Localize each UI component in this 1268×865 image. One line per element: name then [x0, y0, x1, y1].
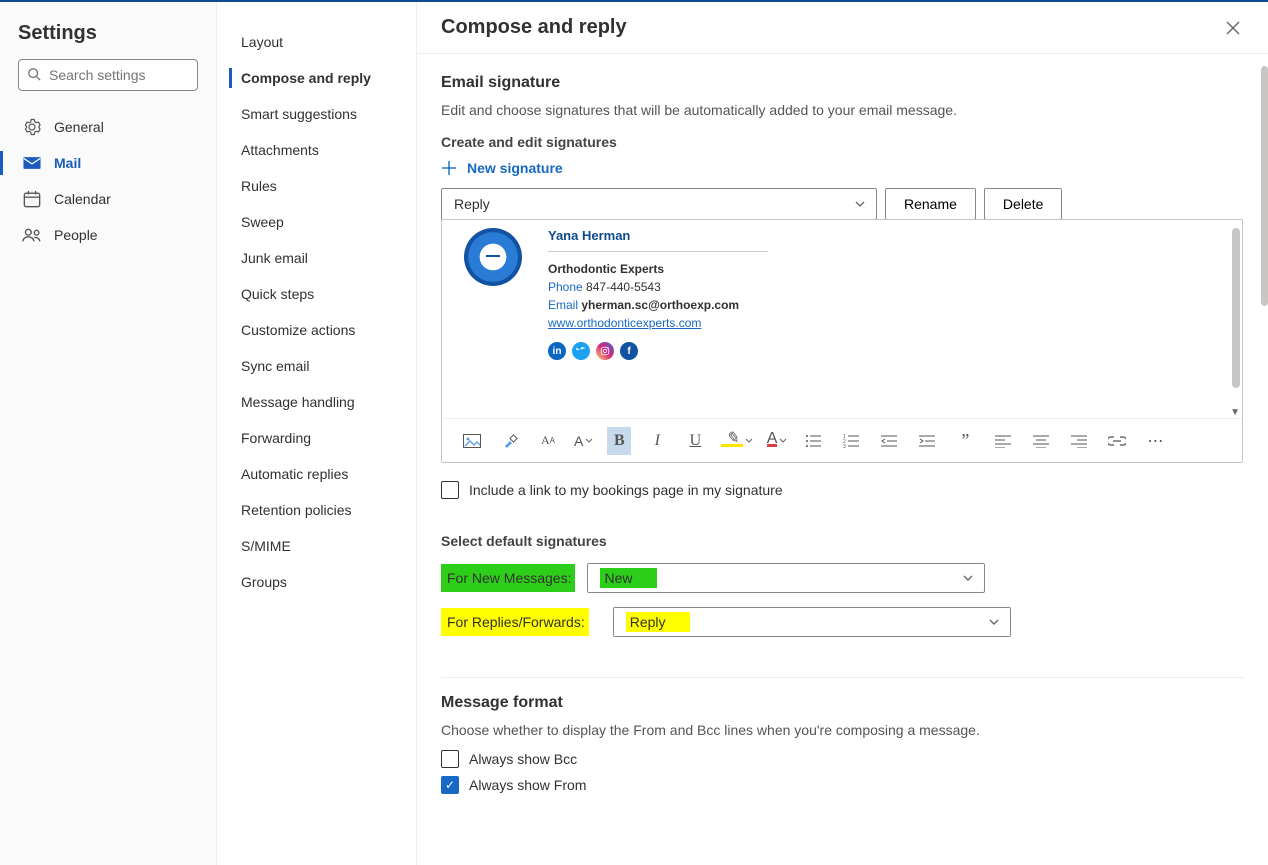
replies-forwards-select[interactable]: Reply: [613, 607, 1011, 637]
create-edit-label: Create and edit signatures: [441, 134, 1244, 150]
subnav-rules[interactable]: Rules: [217, 168, 416, 204]
subnav-ret[interactable]: Retention policies: [217, 492, 416, 528]
gear-icon: [22, 118, 42, 136]
align-left-icon[interactable]: [991, 427, 1015, 455]
signature-name: Yana Herman: [548, 228, 768, 243]
content-scrollbar[interactable]: [1261, 66, 1268, 306]
signature-editor-body[interactable]: Yana Herman Orthodontic Experts Phone 84…: [442, 220, 1242, 418]
signature-select-value: Reply: [454, 196, 490, 212]
message-format-heading: Message format: [441, 694, 1244, 712]
plus-icon: [441, 160, 457, 176]
signature-select[interactable]: Reply: [441, 188, 877, 220]
search-icon: [27, 67, 41, 81]
nav-mail[interactable]: Mail: [0, 145, 216, 181]
italic-button[interactable]: I: [645, 427, 669, 455]
signature-social-icons: in f: [548, 342, 768, 360]
svg-text:3: 3: [843, 444, 846, 448]
subnav-compose[interactable]: Compose and reply: [217, 60, 416, 96]
page-title: Compose and reply: [441, 16, 627, 39]
subnav-custom[interactable]: Customize actions: [217, 312, 416, 348]
nav-people[interactable]: People: [0, 217, 216, 253]
chevron-down-icon: [962, 572, 974, 584]
message-format-desc: Choose whether to display the From and B…: [441, 722, 1244, 738]
align-right-icon[interactable]: [1067, 427, 1091, 455]
highlight-button[interactable]: ✎: [721, 427, 752, 455]
people-icon: [22, 227, 42, 243]
always-show-bcc-label: Always show Bcc: [469, 751, 577, 767]
subnav-groups[interactable]: Groups: [217, 564, 416, 600]
email-signature-desc: Edit and choose signatures that will be …: [441, 102, 1244, 118]
subnav-msgh[interactable]: Message handling: [217, 384, 416, 420]
always-show-from-checkbox[interactable]: ✓: [441, 776, 459, 794]
quote-icon[interactable]: ”: [953, 427, 977, 455]
font-color-button[interactable]: A: [767, 427, 788, 455]
always-show-bcc-checkbox[interactable]: [441, 750, 459, 768]
for-new-label: For New Messages:: [441, 564, 575, 592]
defaults-heading: Select default signatures: [441, 533, 1244, 549]
settings-search: [18, 59, 198, 91]
search-input[interactable]: [18, 59, 198, 91]
always-show-from-label: Always show From: [469, 777, 586, 793]
replies-forwards-value: Reply: [626, 612, 690, 632]
insert-image-icon[interactable]: [460, 427, 484, 455]
new-messages-value: New: [600, 568, 656, 588]
mail-submenu: LayoutCompose and replySmart suggestions…: [217, 2, 417, 865]
underline-button[interactable]: U: [683, 427, 707, 455]
chevron-down-icon: [854, 198, 866, 210]
new-messages-select[interactable]: New: [587, 563, 985, 593]
signature-company: Orthodontic Experts: [548, 262, 664, 276]
facebook-icon[interactable]: f: [620, 342, 638, 360]
bookings-label: Include a link to my bookings page in my…: [469, 482, 783, 498]
subnav-layout[interactable]: Layout: [217, 24, 416, 60]
calendar-icon: [22, 190, 42, 208]
linkedin-icon[interactable]: in: [548, 342, 566, 360]
bulleted-list-icon[interactable]: [801, 427, 825, 455]
font-family-icon[interactable]: AA: [536, 427, 560, 455]
settings-sidebar: Settings GeneralMailCalendarPeople: [0, 2, 217, 865]
signature-editor: Yana Herman Orthodontic Experts Phone 84…: [441, 219, 1243, 463]
chevron-down-icon: [988, 616, 1000, 628]
settings-content: Compose and reply Email signature Edit a…: [417, 2, 1268, 865]
email-signature-heading: Email signature: [441, 74, 1244, 92]
subnav-fwd[interactable]: Forwarding: [217, 420, 416, 456]
new-signature-label: New signature: [467, 160, 563, 176]
format-painter-icon[interactable]: [498, 427, 522, 455]
rename-button[interactable]: Rename: [885, 188, 976, 220]
indent-icon[interactable]: [915, 427, 939, 455]
subnav-sweep[interactable]: Sweep: [217, 204, 416, 240]
subnav-auto[interactable]: Automatic replies: [217, 456, 416, 492]
subnav-quick[interactable]: Quick steps: [217, 276, 416, 312]
nav-general[interactable]: General: [0, 109, 216, 145]
font-size-icon[interactable]: A: [574, 427, 593, 455]
align-center-icon[interactable]: [1029, 427, 1053, 455]
subnav-smart[interactable]: Smart suggestions: [217, 96, 416, 132]
insert-link-icon[interactable]: [1105, 427, 1129, 455]
close-icon[interactable]: [1222, 17, 1244, 39]
subnav-attach[interactable]: Attachments: [217, 132, 416, 168]
delete-button[interactable]: Delete: [984, 188, 1062, 220]
for-replies-label: For Replies/Forwards:: [441, 608, 589, 636]
instagram-icon[interactable]: [596, 342, 614, 360]
signature-logo: [464, 228, 522, 286]
editor-scrollbar[interactable]: [1232, 228, 1240, 388]
new-signature-button[interactable]: New signature: [441, 160, 563, 176]
editor-toolbar: AA A B I U ✎ A 123 ” ⋯: [442, 418, 1242, 462]
subnav-smime[interactable]: S/MIME: [217, 528, 416, 564]
numbered-list-icon[interactable]: 123: [839, 427, 863, 455]
nav-calendar[interactable]: Calendar: [0, 181, 216, 217]
subnav-junk[interactable]: Junk email: [217, 240, 416, 276]
more-options-icon[interactable]: ⋯: [1143, 427, 1167, 455]
signature-url[interactable]: www.orthodonticexperts.com: [548, 316, 701, 330]
mail-icon: [22, 156, 42, 170]
bookings-checkbox[interactable]: [441, 481, 459, 499]
scroll-down-icon[interactable]: ▼: [1230, 407, 1240, 418]
settings-title: Settings: [0, 16, 216, 59]
outdent-icon[interactable]: [877, 427, 901, 455]
twitter-icon[interactable]: [572, 342, 590, 360]
bold-button[interactable]: B: [607, 427, 631, 455]
subnav-sync[interactable]: Sync email: [217, 348, 416, 384]
